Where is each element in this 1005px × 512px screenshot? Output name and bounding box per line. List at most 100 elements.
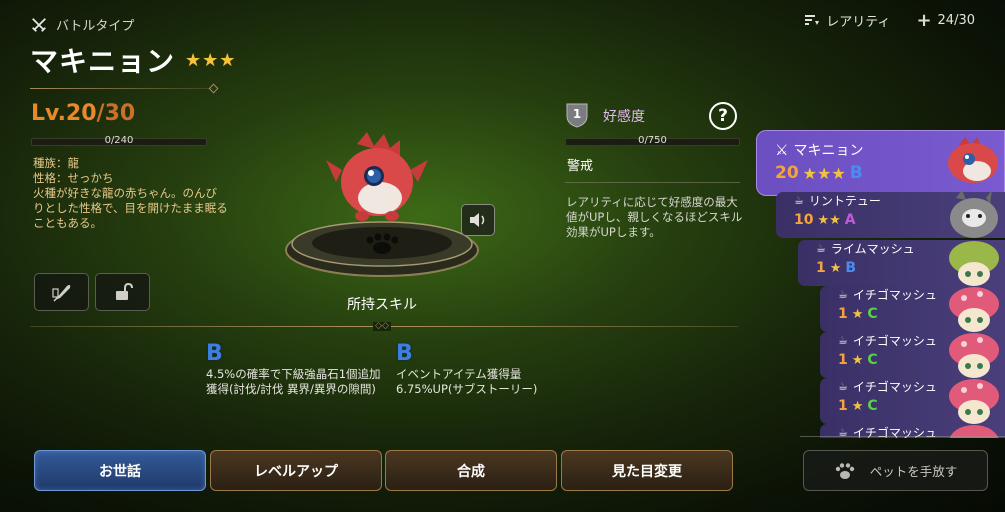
sort-filter-icon xyxy=(805,14,820,25)
star-icon: ★ xyxy=(851,306,864,322)
pet-list-level: 1 xyxy=(816,260,826,276)
affection-level-badge: 1 xyxy=(565,102,589,128)
pet-list-name: イチゴマッシュ xyxy=(852,334,937,348)
star-icon: ★★ xyxy=(817,212,841,228)
pet-list-rank: A xyxy=(844,212,856,228)
pet-list-rank: B xyxy=(845,260,857,276)
level-up-button-label: レベルアップ xyxy=(254,463,338,480)
pet-thumbnail xyxy=(949,379,999,424)
pet-list-name: ライムマッシュ xyxy=(830,242,915,256)
level-max: /30 xyxy=(96,101,136,126)
top-right-controls: レアリティ + 24/30 xyxy=(804,11,975,30)
pet-list-rank: C xyxy=(867,306,878,322)
list-bottom-divider xyxy=(800,436,1005,437)
pet-list-level: 1 xyxy=(838,398,848,414)
star-icon: ★ xyxy=(851,352,864,368)
star-icon: ★ xyxy=(851,398,864,414)
paw-icon xyxy=(835,462,854,479)
lock-button[interactable] xyxy=(95,273,150,311)
plus-icon: + xyxy=(916,9,932,31)
star-icon: ★ xyxy=(202,49,219,71)
star-icon: ★ xyxy=(829,260,842,276)
pet-list-name: イチゴマッシュ xyxy=(852,288,937,302)
skill-rank: B xyxy=(396,341,413,366)
skill-text: 4.5%の確率で下級強晶石1個追加獲得(討伐/討伐 異界/異界の隙間) xyxy=(206,367,381,396)
header-divider xyxy=(30,88,213,89)
pet-list-level: 20 xyxy=(775,163,799,183)
mug-icon: ☕ xyxy=(838,288,848,301)
list-item[interactable]: ⚔ マキニョン 20 ★★★ B xyxy=(756,130,1005,196)
capacity-expand-button[interactable]: + 24/30 xyxy=(916,9,975,31)
list-item[interactable]: ☕ イチゴマッシュ 1 ★ C xyxy=(820,286,1005,332)
exp-text: 0/240 xyxy=(104,135,134,146)
rename-button[interactable] xyxy=(34,273,89,311)
crossed-swords-icon: ⚔ xyxy=(775,141,789,159)
star-icon: ★ xyxy=(185,49,202,71)
pet-list-rank: C xyxy=(867,352,878,368)
pet-list-level: 1 xyxy=(838,352,848,368)
appearance-button[interactable]: 見た目変更 xyxy=(561,450,733,491)
level-up-button[interactable]: レベルアップ xyxy=(210,450,382,491)
divider-ornament: ◇◇ xyxy=(373,322,391,331)
list-item[interactable]: ☕ ライムマッシュ 1 ★ B xyxy=(798,240,1005,286)
pet-list-rank: C xyxy=(867,398,878,414)
pet-thumbnail xyxy=(949,333,999,378)
pet-rarity-stars: ★ ★ ★ xyxy=(185,50,235,71)
rarity-sort-button[interactable]: レアリティ xyxy=(804,11,890,30)
star-icon: ★★★ xyxy=(802,163,846,183)
skill-text: イベントアイテム獲得量6.75%UP(サブストーリー) xyxy=(396,367,538,396)
species-text: 種族：龍 xyxy=(33,156,79,170)
pet-title: マキニョン ★ ★ ★ xyxy=(30,40,235,80)
release-pet-button[interactable]: ペットを手放す xyxy=(803,450,988,491)
pet-thumbnail xyxy=(949,287,999,332)
mug-icon: ☕ xyxy=(838,334,848,347)
pet-list-level: 1 xyxy=(838,306,848,322)
affection-label: 好感度 xyxy=(603,109,645,125)
skills-title: 所持スキル xyxy=(347,297,417,313)
pet-list-name: イチゴマッシュ xyxy=(852,380,937,394)
skill-item: B 4.5%の確率で下級強晶石1個追加獲得(討伐/討伐 異界/異界の隙間) xyxy=(206,343,381,397)
pet-list-level: 10 xyxy=(794,212,814,228)
capacity-count: 24/30 xyxy=(937,13,975,28)
release-pet-label: ペットを手放す xyxy=(869,464,958,479)
mug-icon: ☕ xyxy=(838,380,848,393)
rarity-sort-label: レアリティ xyxy=(826,15,891,30)
list-item[interactable]: ☕ イチゴマッシュ 1 ★ C xyxy=(820,378,1005,424)
pet-list[interactable]: ⚔ マキニョン 20 ★★★ B ☕ リントテュー 10 ★★ A ☕ ライムマッシュ 1 ★ B xyxy=(748,128,1005,438)
unlock-icon xyxy=(115,282,133,300)
help-icon[interactable]: ? xyxy=(709,102,737,130)
battle-type-label: バトルタイプ xyxy=(56,19,135,34)
skill-rank: B xyxy=(206,341,223,366)
appearance-button-label: 見た目変更 xyxy=(612,463,682,480)
star-icon: ★ xyxy=(219,49,236,71)
affection-divider xyxy=(565,182,740,183)
merge-button[interactable]: 合成 xyxy=(385,450,557,491)
speaker-icon xyxy=(470,213,485,227)
feather-pen-icon xyxy=(51,284,70,302)
affection-text: 0/750 xyxy=(638,135,667,146)
affection-status: 警戒 xyxy=(567,159,594,174)
affection-level: 1 xyxy=(572,107,582,121)
skill-item: B イベントアイテム獲得量6.75%UP(サブストーリー) xyxy=(396,343,571,397)
list-item[interactable]: ☕ リントテュー 10 ★★ A xyxy=(776,190,1005,238)
crossed-swords-icon xyxy=(32,17,46,32)
pet-image xyxy=(326,132,428,221)
pet-level: Lv.20/30 xyxy=(31,101,135,126)
care-button-label: お世話 xyxy=(99,463,141,480)
list-item[interactable]: ☕ イチゴマッシュ 1 ★ C xyxy=(820,332,1005,378)
pet-thumbnail xyxy=(948,137,998,183)
level-current: Lv.20 xyxy=(31,101,97,126)
pet-thumbnail xyxy=(950,190,998,238)
flavor-text: 火種が好きな龍の赤ちゃん。のんびりとした性格で、目を開けたまま眠ることもある。 xyxy=(33,186,228,230)
voice-play-button[interactable] xyxy=(461,204,495,236)
pet-list-name: マキニョン xyxy=(793,143,864,159)
help-icon-glyph: ? xyxy=(718,106,728,126)
pet-name: マキニョン xyxy=(30,45,176,78)
care-button[interactable]: お世話 xyxy=(34,450,206,491)
mug-icon: ☕ xyxy=(816,242,826,255)
pet-list-name: リントテュー xyxy=(808,194,881,208)
pet-list-rank: B xyxy=(849,163,863,183)
mug-icon: ☕ xyxy=(794,194,804,207)
affection-description: レアリティに応じて好感度の最大値がUPし、親しくなるほどスキル効果がUPします。 xyxy=(566,195,743,239)
battle-type: バトルタイプ xyxy=(30,15,134,34)
